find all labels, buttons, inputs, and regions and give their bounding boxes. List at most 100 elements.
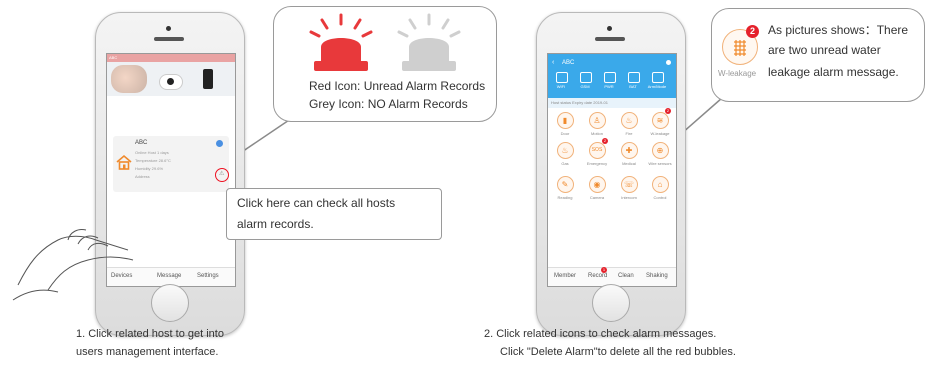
water-leakage-icon: ≋ [651, 112, 669, 129]
camera-device-image [159, 74, 183, 90]
gear-icon[interactable] [216, 140, 223, 147]
phone-2-screen: ‹ ABC WIFI GSM PWR BAT Arm/Mode Host sta… [547, 53, 677, 287]
siren-callout: Red Icon: Unread Alarm Records Grey Icon… [273, 6, 497, 122]
front-camera [166, 26, 171, 31]
gear-icon[interactable] [666, 60, 671, 65]
status-bar: ABC [107, 54, 235, 62]
product-banner [107, 62, 235, 96]
w-leakage-unread-badge: 2 [665, 108, 671, 114]
door-button[interactable]: ▮ Door [550, 112, 580, 136]
medical-icon: ✚ [620, 142, 638, 159]
host-card[interactable]: ABC Online Host 1 days Temperature 28.6°… [113, 136, 229, 192]
hosts-callout: Click here can check all hosts alarm rec… [226, 188, 442, 240]
host-title: ABC [562, 60, 575, 66]
tab-record[interactable]: Record [588, 273, 607, 279]
control-icon: ⌂ [651, 176, 669, 193]
host-line: Online Host 1 days [135, 150, 169, 155]
status-label: PWR [604, 84, 614, 89]
status-label: WIFI [556, 84, 566, 89]
door-icon: ▮ [556, 112, 574, 129]
baby-photo [111, 65, 147, 93]
caption-step-2-line2: Click "Delete Alarm"to delete all the re… [500, 346, 736, 358]
icon-label: Camera [589, 195, 605, 200]
host-info-bar: Host status Expiry date 2019-01 [548, 98, 676, 108]
status-label: BAT [629, 84, 637, 89]
record-unread-badge: 1 [601, 267, 607, 273]
w-leakage-button[interactable]: ≋ W-leakage [645, 112, 675, 136]
grey-icon-legend: Grey Icon: NO Alarm Records [309, 97, 468, 111]
host-line: Temperature 28.6°C [135, 158, 171, 163]
camera-button[interactable]: ◉ Camera [582, 176, 612, 200]
speaker [154, 37, 184, 41]
power-icon [604, 72, 616, 83]
emergency-button[interactable]: SOS Emergency [582, 142, 612, 166]
intercom-button[interactable]: ☏ Intercom [614, 176, 644, 200]
tab-shaking[interactable]: Shaking [646, 273, 668, 279]
home-button [592, 284, 630, 322]
wifi-icon [556, 72, 568, 83]
tab-member[interactable]: Member [554, 273, 576, 279]
icon-label: Fire [625, 131, 633, 136]
caption-step-1-line1: 1. Click related host to get into [76, 328, 224, 340]
phone-device-image [203, 69, 213, 89]
pointing-hand-icon [12, 229, 134, 301]
caption-step-2-line1: 2. Click related icons to check alarm me… [484, 328, 717, 340]
house-icon [116, 154, 132, 170]
status-label: Arm/Mode [647, 84, 667, 89]
callout-line2: are two unread water [768, 43, 881, 57]
grey-siren-icon [397, 13, 461, 71]
host-line: Humidity 29.6% [135, 166, 164, 171]
icon-label: Intercom [621, 195, 637, 200]
callout-line1: As pictures shows：There [768, 23, 909, 37]
host-header: ‹ ABC WIFI GSM PWR BAT Arm/Mode [548, 54, 676, 98]
fire-button[interactable]: ♨ Fire [614, 112, 644, 136]
red-siren-icon [309, 13, 373, 71]
battery-icon [628, 72, 640, 83]
gas-button[interactable]: ♨ Gas [550, 142, 580, 166]
callout-line3: leakage alarm message. [768, 65, 899, 79]
icon-label: Door [560, 131, 570, 136]
icon-label: W-leakage [650, 131, 670, 136]
speaker [595, 37, 625, 41]
hosts-callout-line2: alarm records. [237, 217, 314, 231]
tab-message[interactable]: Message [157, 273, 181, 279]
emergency-unread-badge: 2 [602, 138, 608, 144]
reading-icon: ✎ [556, 176, 574, 193]
motion-icon: ♙ [588, 112, 606, 129]
highlight-circle [215, 168, 229, 182]
icon-label: Medical [622, 161, 636, 166]
front-camera [607, 26, 612, 31]
gas-icon: ♨ [556, 142, 574, 159]
status-label: GSM [580, 84, 590, 89]
water-leakage-label: W-leakage [718, 69, 757, 78]
camera-icon: ◉ [588, 176, 606, 193]
sos-icon: SOS [588, 142, 606, 159]
host-line: Address [135, 174, 150, 179]
water-leakage-callout: 2 W-leakage As pictures shows：There are … [711, 8, 925, 102]
wire-sensor-icon: ⊕ [651, 142, 669, 159]
control-button[interactable]: ⌂ Control [645, 176, 675, 200]
fire-icon: ♨ [620, 112, 638, 129]
reading-button[interactable]: ✎ Reading [550, 176, 580, 200]
back-icon[interactable]: ‹ [552, 59, 554, 66]
icon-label: Reading [557, 195, 573, 200]
tab-settings[interactable]: Settings [197, 273, 219, 279]
icon-label: Gas [561, 161, 569, 166]
icon-label: Motion [590, 131, 603, 136]
medical-button[interactable]: ✚ Medical [614, 142, 644, 166]
home-button [151, 284, 189, 322]
tab-clean[interactable]: Clean [618, 273, 634, 279]
icon-label: Emergency [586, 161, 608, 166]
host-name: ABC [135, 140, 148, 146]
motion-button[interactable]: ♙ Motion [582, 112, 612, 136]
caption-step-1-line2: users management interface. [76, 346, 219, 358]
intercom-icon: ☏ [620, 176, 638, 193]
icon-label: Control [653, 195, 667, 200]
arm-mode-icon [652, 72, 664, 83]
red-icon-legend: Red Icon: Unread Alarm Records [309, 79, 486, 93]
hosts-callout-line1: Click here can check all hosts [237, 196, 396, 210]
phone-2: ‹ ABC WIFI GSM PWR BAT Arm/Mode Host sta… [536, 12, 686, 336]
wire-sensors-button[interactable]: ⊕ Wire sensors [645, 142, 675, 166]
gsm-icon [580, 72, 592, 83]
icon-label: Wire sensors [648, 161, 672, 166]
